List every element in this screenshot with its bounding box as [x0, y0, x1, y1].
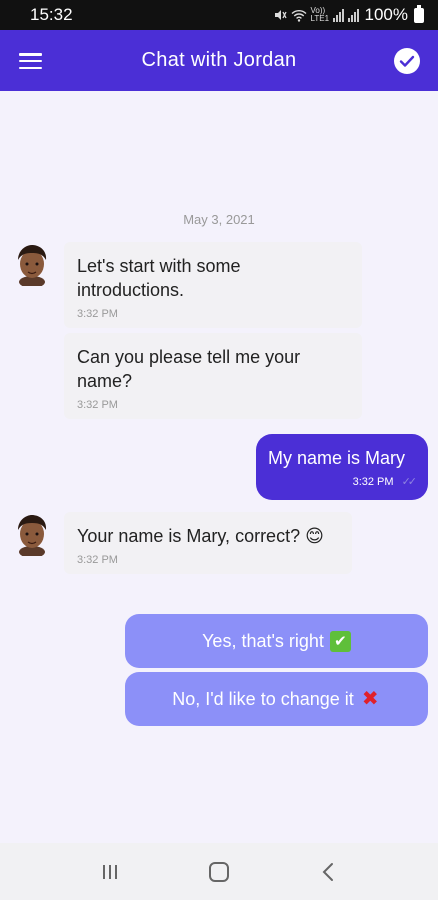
smile-emoji-icon: 😊: [305, 526, 324, 546]
message-time: 3:32 PM: [77, 554, 118, 566]
check-circle-icon[interactable]: [394, 48, 420, 74]
signal-icon: [332, 8, 344, 22]
chat-area[interactable]: May 3, 2021 Let's start with some introd…: [0, 91, 438, 843]
menu-icon[interactable]: [19, 53, 42, 69]
message-bubble: Let's start with some introductions. 3:3…: [64, 242, 362, 328]
check-mark-icon: ✔: [329, 630, 351, 652]
quick-reply-label: No, I'd like to change it: [172, 688, 354, 709]
system-nav-bar: [0, 843, 438, 900]
quick-reply-label: Yes, that's right: [202, 630, 324, 651]
status-icons: Vo)) LTE1 100%: [273, 4, 424, 25]
signal-icon-2: [347, 8, 359, 22]
message-text: Let's start with some introductions.: [77, 256, 241, 300]
message-time: 3:32 PM: [77, 308, 118, 320]
message-bubble: Can you please tell me your name? 3:32 P…: [64, 333, 362, 419]
message-time: 3:32 PM: [352, 475, 394, 488]
read-receipt-icon: ✓✓: [401, 476, 418, 488]
bot-avatar: [18, 515, 47, 556]
message-text: Your name is Mary, correct?: [77, 526, 301, 546]
message-text: Can you please tell me your name?: [77, 347, 301, 391]
status-time: 15:32: [30, 5, 73, 24]
app-bar: Chat with Jordan: [0, 30, 438, 91]
date-separator: May 3, 2021: [183, 212, 255, 227]
back-icon[interactable]: [308, 852, 348, 892]
wifi-icon: [291, 9, 307, 22]
battery-icon: [414, 4, 424, 23]
recent-apps-icon[interactable]: [90, 852, 130, 892]
bot-avatar: [18, 245, 47, 286]
cross-mark-icon: ✖: [361, 688, 379, 710]
home-icon[interactable]: [199, 852, 239, 892]
page-title: Chat with Jordan: [141, 49, 297, 71]
battery-percent: 100%: [364, 5, 408, 24]
network-label: Vo)) LTE1: [310, 6, 330, 23]
status-bar: 15:32 Vo)) LTE1 100%: [0, 0, 438, 30]
message-text: My name is Mary: [268, 448, 406, 468]
message-bubble: Your name is Mary, correct? 😊 3:32 PM: [64, 512, 352, 574]
quick-reply-no-button[interactable]: No, I'd like to change it ✖: [125, 672, 428, 726]
user-message-bubble: My name is Mary 3:32 PM ✓✓: [256, 434, 428, 500]
quick-reply-yes-button[interactable]: Yes, that's right ✔: [125, 614, 428, 668]
mute-icon: [274, 10, 287, 20]
message-time: 3:32 PM: [77, 399, 118, 411]
